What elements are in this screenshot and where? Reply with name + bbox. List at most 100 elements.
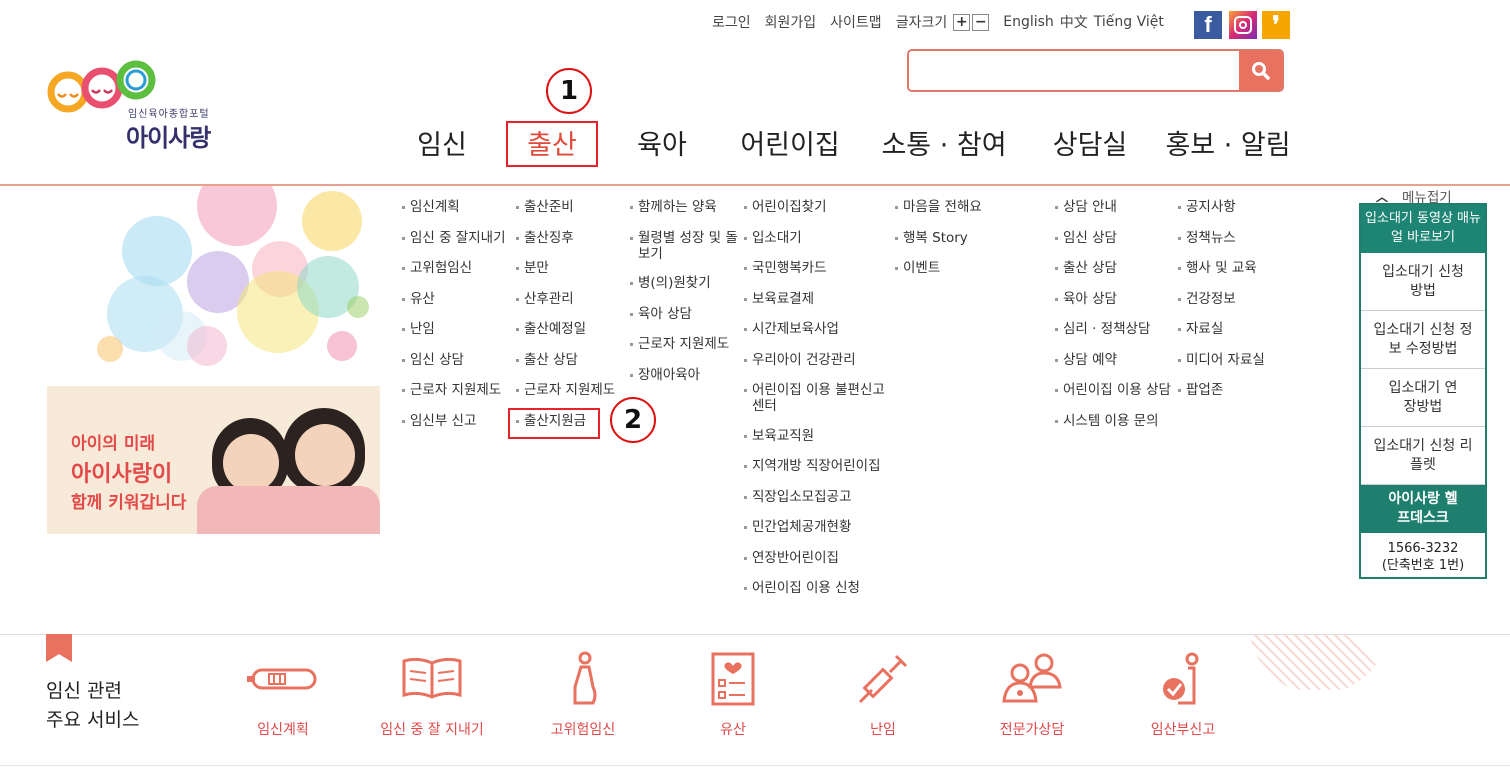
submenu-item[interactable]: 근로자 지원제도	[516, 382, 615, 399]
submenu-item[interactable]: 보육교직원	[744, 428, 892, 445]
quick-item[interactable]: 입소대기 신청방법	[1361, 253, 1485, 311]
promo-line-3: 함께 키워갑니다	[71, 493, 187, 513]
submenu-item[interactable]: 산후관리	[516, 291, 615, 308]
search-input[interactable]	[909, 51, 1239, 90]
nav-pregnancy[interactable]: 임신	[412, 118, 472, 166]
utility-bar: 로그인 회원가입 사이트맵 글자크기 + − English 中文 Tiếng …	[712, 10, 1170, 34]
promo-line-2: 아이사랑이	[71, 462, 173, 487]
submenu-item[interactable]: 어린이집 이용 불편신고센터	[744, 382, 892, 414]
submenu-item[interactable]: 연장반어린이집	[744, 550, 892, 567]
service-pregnancy-care[interactable]: 임신 중 잘 지내기	[367, 648, 497, 739]
counselors-icon	[1002, 653, 1062, 703]
submenu-daycare: 어린이집찾기 입소대기 국민행복카드 보육료결제 시간제보육사업 우리아이 건강…	[744, 199, 892, 611]
promo-line-1: 아이의 미래	[71, 434, 156, 454]
submenu-item[interactable]: 월령별 성장 및 돌보기	[630, 230, 738, 262]
quick-video-manual-link[interactable]: 입소대기 동영상 매뉴얼 바로보기	[1361, 205, 1485, 253]
services-title: 임신 관련 주요 서비스	[46, 680, 140, 731]
submenu-item[interactable]: 고위험임신	[402, 260, 506, 277]
pregnant-check-icon	[1163, 652, 1199, 705]
nav-community[interactable]: 소통 · 참여	[881, 118, 1006, 166]
submenu-item[interactable]: 상담 예약	[1055, 352, 1171, 369]
instagram-icon[interactable]	[1229, 11, 1257, 39]
submenu-parenting: 함께하는 양육 월령별 성장 및 돌보기 병(의)원찾기 육아 상담 근로자 지…	[630, 199, 738, 397]
quick-item[interactable]: 입소대기 신청 정보 수정방법	[1361, 311, 1485, 369]
submenu-item[interactable]: 함께하는 양육	[630, 199, 738, 216]
facebook-icon[interactable]: f	[1194, 11, 1222, 39]
submenu-item[interactable]: 보육료결제	[744, 291, 892, 308]
nav-daycare[interactable]: 어린이집	[740, 118, 840, 166]
submenu-item[interactable]: 상담 안내	[1055, 199, 1171, 216]
submenu-item[interactable]: 임신부 신고	[402, 413, 506, 430]
submenu-item[interactable]: 우리아이 건강관리	[744, 352, 892, 369]
sitemap-link[interactable]: 사이트맵	[830, 12, 882, 32]
quick-item[interactable]: 입소대기 연장방법	[1361, 369, 1485, 427]
quick-item[interactable]: 입소대기 신청 리플렛	[1361, 427, 1485, 485]
kakaostory-icon[interactable]: ❜	[1262, 11, 1290, 39]
syringe-icon	[858, 654, 908, 704]
submenu-item[interactable]: 출산예정일	[516, 321, 615, 338]
submenu-item[interactable]: 출산 상담	[1055, 260, 1171, 277]
submenu-item[interactable]: 직장입소모집공고	[744, 489, 892, 506]
nav-counsel[interactable]: 상담실	[1050, 118, 1130, 166]
font-size-control: 글자크기 + −	[896, 12, 990, 32]
submenu-item[interactable]: 육아 상담	[630, 306, 738, 323]
submenu-item[interactable]: 마음을 전해요	[895, 199, 982, 216]
service-pregnancy-report[interactable]: 임산부신고	[1118, 648, 1248, 739]
submenu-item[interactable]: 시간제보육사업	[744, 321, 892, 338]
submenu-item[interactable]: 입소대기	[744, 230, 892, 247]
login-link[interactable]: 로그인	[712, 12, 751, 32]
annotation-one: 1	[546, 68, 592, 114]
service-pregnancy-plan[interactable]: 임신계획	[218, 648, 348, 739]
font-decrease-button[interactable]: −	[972, 13, 990, 31]
submenu-item[interactable]: 시스템 이용 문의	[1055, 413, 1171, 430]
search-button[interactable]	[1239, 51, 1282, 90]
submenu-item[interactable]: 행복 Story	[895, 230, 982, 247]
submenu-item[interactable]: 분만	[516, 260, 615, 277]
submenu-item[interactable]: 자료실	[1178, 321, 1265, 338]
promo-banner[interactable]: 아이의 미래 아이사랑이 함께 키워갑니다	[47, 186, 380, 534]
submenu-item[interactable]: 팝업존	[1178, 382, 1265, 399]
lang-vietnamese-link[interactable]: Tiếng Việt	[1094, 14, 1164, 30]
submenu-item[interactable]: 난임	[402, 321, 506, 338]
quick-menu: 입소대기 동영상 매뉴얼 바로보기 입소대기 신청방법 입소대기 신청 정보 수…	[1359, 203, 1487, 579]
submenu-item[interactable]: 출산징후	[516, 230, 615, 247]
submenu-item[interactable]: 근로자 지원제도	[630, 336, 738, 353]
submenu-item[interactable]: 심리 · 정책상담	[1055, 321, 1171, 338]
submenu-item[interactable]: 이벤트	[895, 260, 982, 277]
font-increase-button[interactable]: +	[953, 13, 971, 31]
submenu-item[interactable]: 임신 중 잘지내기	[402, 230, 506, 247]
submenu-item[interactable]: 유산	[402, 291, 506, 308]
service-miscarriage[interactable]: 유산	[668, 648, 798, 739]
service-expert-counsel[interactable]: 전문가상담	[967, 648, 1097, 739]
submenu-pregnancy: 임신계획 임신 중 잘지내기 고위험임신 유산 난임 임신 상담 근로자 지원제…	[402, 199, 506, 443]
nav-parenting[interactable]: 육아	[632, 118, 692, 166]
submenu-item[interactable]: 행사 및 교육	[1178, 260, 1265, 277]
submenu-item[interactable]: 국민행복카드	[744, 260, 892, 277]
submenu-item[interactable]: 장애아육아	[630, 367, 738, 384]
submenu-item[interactable]: 지역개방 직장어린이집	[744, 458, 892, 475]
submenu-item[interactable]: 출산 상담	[516, 352, 615, 369]
lang-chinese-link[interactable]: 中文	[1060, 12, 1088, 32]
submenu-item[interactable]: 임신 상담	[402, 352, 506, 369]
annotation-two: 2	[610, 397, 656, 443]
submenu-item[interactable]: 임신계획	[402, 199, 506, 216]
submenu-item[interactable]: 어린이집 이용 신청	[744, 580, 892, 597]
submenu-item[interactable]: 육아 상담	[1055, 291, 1171, 308]
lang-english-link[interactable]: English	[1003, 14, 1054, 30]
service-infertility[interactable]: 난임	[818, 648, 948, 739]
submenu-birth: 출산준비 출산징후 분만 산후관리 출산예정일 출산 상담 근로자 지원제도 출…	[516, 199, 615, 443]
submenu-item[interactable]: 출산준비	[516, 199, 615, 216]
submenu-item[interactable]: 건강정보	[1178, 291, 1265, 308]
signup-link[interactable]: 회원가입	[765, 12, 817, 32]
submenu-item[interactable]: 어린이집 이용 상담	[1055, 382, 1171, 399]
submenu-item[interactable]: 병(의)원찾기	[630, 275, 738, 292]
service-high-risk[interactable]: 고위험임신	[518, 648, 648, 739]
submenu-item[interactable]: 임신 상담	[1055, 230, 1171, 247]
submenu-item[interactable]: 미디어 자료실	[1178, 352, 1265, 369]
submenu-item[interactable]: 어린이집찾기	[744, 199, 892, 216]
nav-promo[interactable]: 홍보 · 알림	[1165, 118, 1290, 166]
submenu-item[interactable]: 민간업체공개현황	[744, 519, 892, 536]
submenu-item[interactable]: 근로자 지원제도	[402, 382, 506, 399]
submenu-item[interactable]: 정책뉴스	[1178, 230, 1265, 247]
submenu-item[interactable]: 공지사항	[1178, 199, 1265, 216]
